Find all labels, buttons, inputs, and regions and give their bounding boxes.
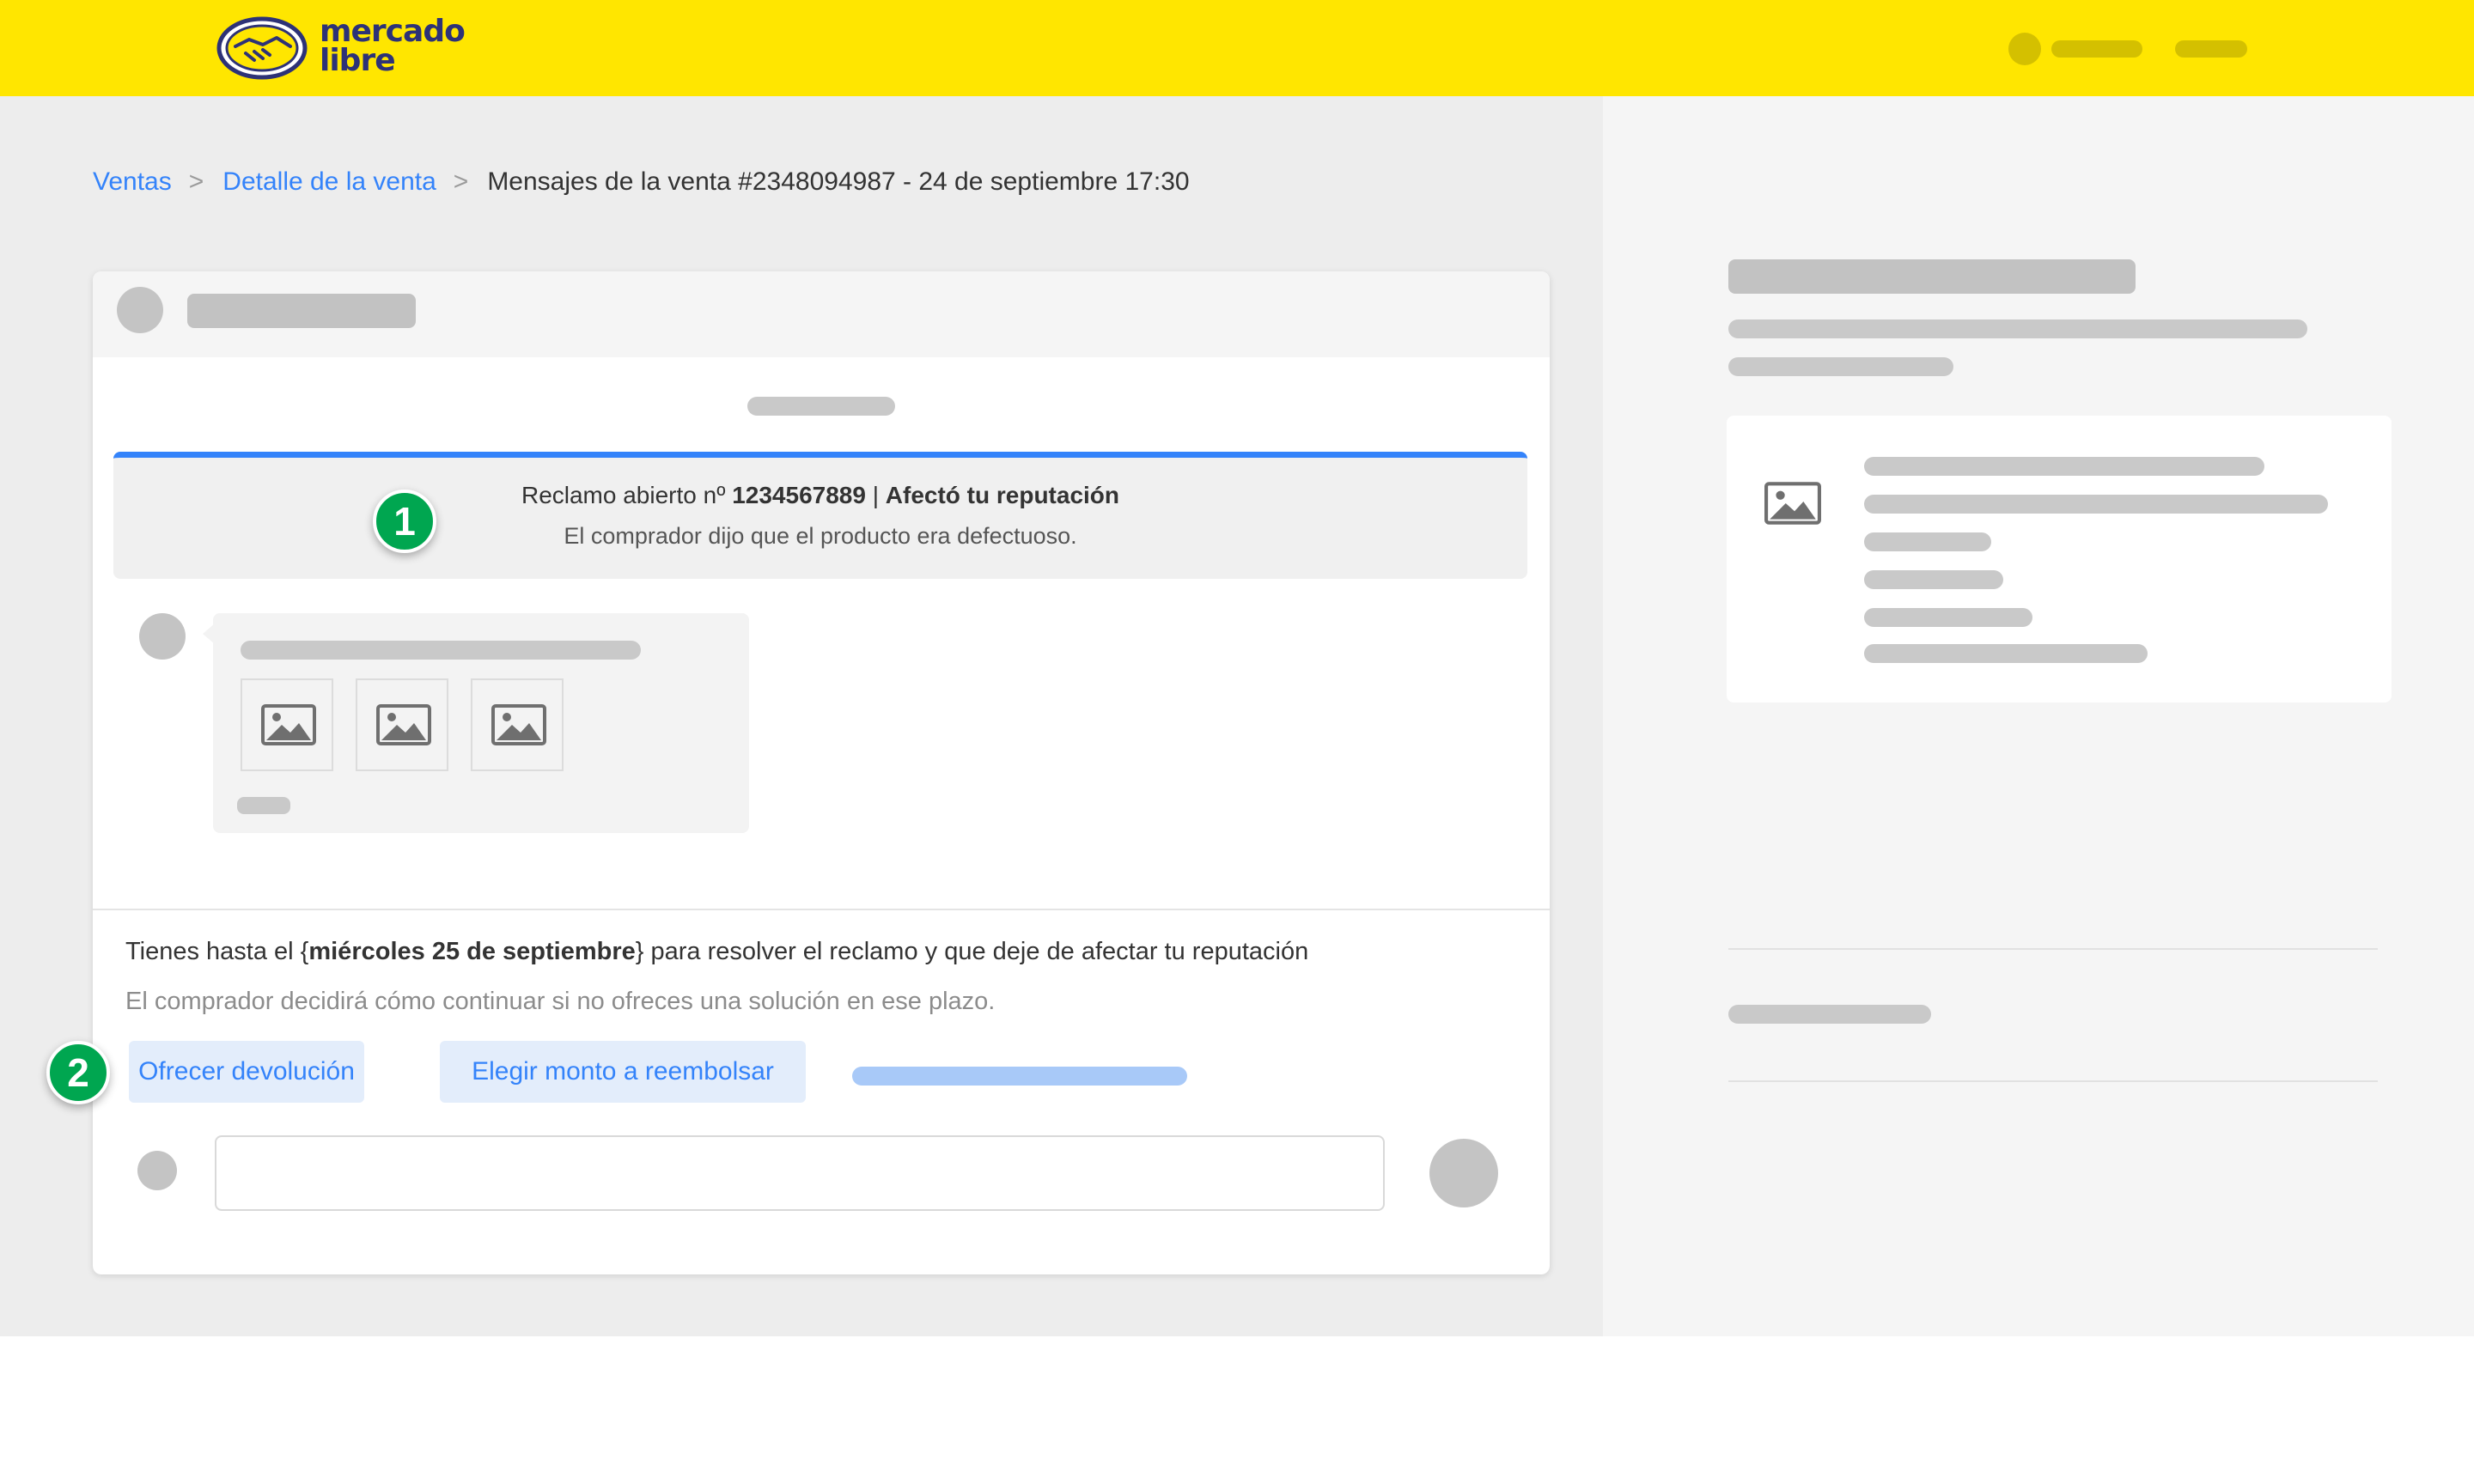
divider bbox=[93, 909, 1550, 910]
claim-title-prefix: Reclamo abierto nº bbox=[521, 482, 733, 508]
deadline-date: miércoles 25 de septiembre bbox=[308, 938, 636, 965]
message-input[interactable] bbox=[215, 1135, 1385, 1211]
top-header: mercado libre bbox=[0, 0, 2474, 96]
attachment-thumbnail[interactable] bbox=[356, 678, 448, 771]
product-line-placeholder bbox=[1864, 532, 1991, 551]
deadline-suffix: } para resolver el reclamo y que deje de… bbox=[635, 938, 1309, 965]
resolution-subtitle: El comprador decidirá cómo continuar si … bbox=[125, 988, 996, 1015]
image-icon bbox=[491, 704, 546, 745]
claim-number: 1234567889 bbox=[732, 482, 866, 508]
send-button[interactable] bbox=[1429, 1139, 1498, 1207]
claim-banner: Reclamo abierto nº 1234567889 | Afectó t… bbox=[113, 452, 1527, 579]
image-icon bbox=[376, 704, 431, 745]
header-menu-placeholder[interactable] bbox=[2175, 40, 2247, 58]
breadcrumb-current: Mensajes de la venta #2348094987 - 24 de… bbox=[487, 167, 1190, 196]
mercado-libre-logo[interactable]: mercado libre bbox=[216, 15, 466, 81]
card-header bbox=[93, 271, 1550, 357]
product-subtitle-placeholder bbox=[1728, 319, 2307, 338]
step-marker-1: 1 bbox=[373, 490, 436, 553]
logo-wordmark: mercado libre bbox=[320, 14, 466, 78]
message-avatar bbox=[139, 613, 186, 660]
attachment-thumbnail[interactable] bbox=[241, 678, 333, 771]
handshake-logo-icon bbox=[216, 16, 308, 80]
user-avatar[interactable] bbox=[2008, 33, 2041, 65]
product-card bbox=[1727, 416, 2392, 702]
image-icon bbox=[261, 704, 316, 745]
product-line-placeholder bbox=[1864, 457, 2264, 476]
date-separator-placeholder bbox=[747, 397, 895, 416]
attachment-thumbnail[interactable] bbox=[471, 678, 564, 771]
more-options-link-placeholder[interactable] bbox=[852, 1067, 1187, 1086]
offer-return-button[interactable]: Ofrecer devolución bbox=[129, 1041, 364, 1103]
chevron-right-icon: > bbox=[188, 167, 204, 196]
buyer-name-placeholder bbox=[187, 294, 416, 328]
chevron-right-icon: > bbox=[453, 167, 469, 196]
breadcrumb-ventas[interactable]: Ventas bbox=[93, 167, 172, 197]
claim-reputation-label: Afectó tu reputación bbox=[885, 482, 1120, 508]
user-name-placeholder[interactable] bbox=[2051, 40, 2142, 58]
side-link-placeholder[interactable] bbox=[1728, 1005, 1931, 1024]
seller-avatar bbox=[137, 1151, 177, 1190]
product-line-placeholder bbox=[1864, 608, 2032, 627]
side-divider bbox=[1728, 1080, 2378, 1082]
message-text-placeholder bbox=[241, 641, 641, 660]
claim-title: Reclamo abierto nº 1234567889 | Afectó t… bbox=[113, 482, 1527, 509]
choose-refund-button[interactable]: Elegir monto a reembolsar bbox=[440, 1041, 806, 1103]
conversation-card: Reclamo abierto nº 1234567889 | Afectó t… bbox=[93, 271, 1550, 1274]
message-time-placeholder bbox=[237, 797, 290, 814]
product-meta-placeholder bbox=[1728, 357, 1953, 376]
message-bubble bbox=[213, 613, 749, 833]
claim-title-separator: | bbox=[865, 482, 886, 508]
deadline-prefix: Tienes hasta el { bbox=[125, 938, 309, 965]
resolution-deadline: Tienes hasta el {miércoles 25 de septiem… bbox=[125, 938, 1534, 966]
buyer-avatar bbox=[117, 287, 163, 333]
image-icon bbox=[1764, 482, 1821, 525]
product-line-placeholder bbox=[1864, 495, 2328, 514]
claim-description: El comprador dijo que el producto era de… bbox=[564, 523, 1077, 549]
product-line-placeholder bbox=[1864, 644, 2148, 663]
product-title-placeholder bbox=[1728, 259, 2136, 294]
product-line-placeholder bbox=[1864, 570, 2003, 589]
side-divider bbox=[1728, 948, 2378, 950]
step-marker-2: 2 bbox=[46, 1041, 110, 1104]
breadcrumb-detalle-venta[interactable]: Detalle de la venta bbox=[222, 167, 436, 197]
breadcrumb: Ventas > Detalle de la venta > Mensajes … bbox=[93, 163, 1190, 201]
